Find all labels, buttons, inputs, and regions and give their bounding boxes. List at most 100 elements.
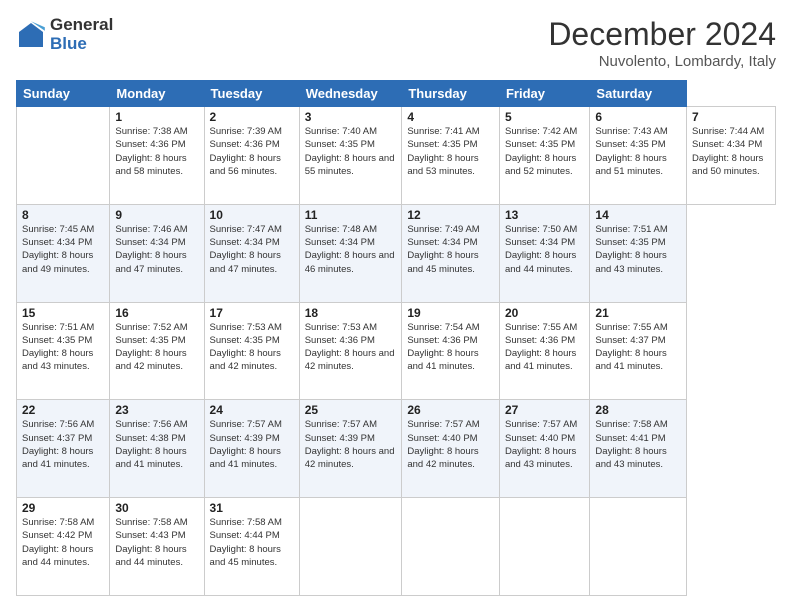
calendar-day-cell: 11 Sunrise: 7:48 AM Sunset: 4:34 PM Dayl…: [299, 204, 402, 302]
day-info: Sunrise: 7:56 AM Sunset: 4:37 PM Dayligh…: [22, 418, 104, 471]
month-title: December 2024: [548, 16, 776, 53]
calendar-table: Sunday Monday Tuesday Wednesday Thursday…: [16, 80, 776, 596]
header-wednesday: Wednesday: [299, 81, 402, 107]
calendar-day-cell: 17 Sunrise: 7:53 AM Sunset: 4:35 PM Dayl…: [204, 302, 299, 400]
calendar-day-cell: 18 Sunrise: 7:53 AM Sunset: 4:36 PM Dayl…: [299, 302, 402, 400]
header-saturday: Saturday: [590, 81, 687, 107]
day-info: Sunrise: 7:40 AM Sunset: 4:35 PM Dayligh…: [305, 125, 397, 178]
day-number: 28: [595, 403, 681, 417]
day-number: 20: [505, 306, 584, 320]
day-info: Sunrise: 7:57 AM Sunset: 4:39 PM Dayligh…: [305, 418, 397, 471]
day-info: Sunrise: 7:44 AM Sunset: 4:34 PM Dayligh…: [692, 125, 770, 178]
calendar-day-cell: 28 Sunrise: 7:58 AM Sunset: 4:41 PM Dayl…: [590, 400, 687, 498]
logo-blue: Blue: [50, 34, 87, 53]
day-number: 11: [305, 208, 397, 222]
calendar-day-cell: 27 Sunrise: 7:57 AM Sunset: 4:40 PM Dayl…: [499, 400, 589, 498]
calendar-day-cell: 14 Sunrise: 7:51 AM Sunset: 4:35 PM Dayl…: [590, 204, 687, 302]
day-number: 26: [407, 403, 494, 417]
calendar-week-row: 15 Sunrise: 7:51 AM Sunset: 4:35 PM Dayl…: [17, 302, 776, 400]
calendar-day-cell: 24 Sunrise: 7:57 AM Sunset: 4:39 PM Dayl…: [204, 400, 299, 498]
day-number: 5: [505, 110, 584, 124]
day-number: 6: [595, 110, 681, 124]
day-info: Sunrise: 7:57 AM Sunset: 4:39 PM Dayligh…: [210, 418, 294, 471]
calendar-day-cell: 15 Sunrise: 7:51 AM Sunset: 4:35 PM Dayl…: [17, 302, 110, 400]
day-number: 1: [115, 110, 198, 124]
page: General Blue December 2024 Nuvolento, Lo…: [0, 0, 792, 612]
day-info: Sunrise: 7:55 AM Sunset: 4:37 PM Dayligh…: [595, 321, 681, 374]
calendar-day-cell: 1 Sunrise: 7:38 AM Sunset: 4:36 PM Dayli…: [110, 107, 204, 205]
day-number: 9: [115, 208, 198, 222]
calendar-day-cell: 31 Sunrise: 7:58 AM Sunset: 4:44 PM Dayl…: [204, 498, 299, 596]
day-info: Sunrise: 7:57 AM Sunset: 4:40 PM Dayligh…: [505, 418, 584, 471]
day-number: 31: [210, 501, 294, 515]
generalblue-logo-icon: [16, 20, 46, 50]
day-number: 19: [407, 306, 494, 320]
calendar-day-cell: 10 Sunrise: 7:47 AM Sunset: 4:34 PM Dayl…: [204, 204, 299, 302]
day-info: Sunrise: 7:55 AM Sunset: 4:36 PM Dayligh…: [505, 321, 584, 374]
day-info: Sunrise: 7:58 AM Sunset: 4:44 PM Dayligh…: [210, 516, 294, 569]
day-number: 27: [505, 403, 584, 417]
day-number: 15: [22, 306, 104, 320]
day-info: Sunrise: 7:58 AM Sunset: 4:43 PM Dayligh…: [115, 516, 198, 569]
calendar-day-cell: 29 Sunrise: 7:58 AM Sunset: 4:42 PM Dayl…: [17, 498, 110, 596]
day-info: Sunrise: 7:39 AM Sunset: 4:36 PM Dayligh…: [210, 125, 294, 178]
header-monday: Monday: [110, 81, 204, 107]
day-number: 23: [115, 403, 198, 417]
day-info: Sunrise: 7:53 AM Sunset: 4:36 PM Dayligh…: [305, 321, 397, 374]
day-number: 29: [22, 501, 104, 515]
header: General Blue December 2024 Nuvolento, Lo…: [16, 16, 776, 70]
day-info: Sunrise: 7:48 AM Sunset: 4:34 PM Dayligh…: [305, 223, 397, 276]
logo-area: General Blue: [16, 16, 113, 53]
day-info: Sunrise: 7:41 AM Sunset: 4:35 PM Dayligh…: [407, 125, 494, 178]
calendar-day-cell: [499, 498, 589, 596]
calendar-day-cell: 30 Sunrise: 7:58 AM Sunset: 4:43 PM Dayl…: [110, 498, 204, 596]
day-number: 4: [407, 110, 494, 124]
calendar-day-cell: 19 Sunrise: 7:54 AM Sunset: 4:36 PM Dayl…: [402, 302, 500, 400]
calendar-day-cell: [17, 107, 110, 205]
calendar-day-cell: 5 Sunrise: 7:42 AM Sunset: 4:35 PM Dayli…: [499, 107, 589, 205]
calendar-day-cell: 2 Sunrise: 7:39 AM Sunset: 4:36 PM Dayli…: [204, 107, 299, 205]
calendar-week-row: 22 Sunrise: 7:56 AM Sunset: 4:37 PM Dayl…: [17, 400, 776, 498]
calendar-day-cell: 6 Sunrise: 7:43 AM Sunset: 4:35 PM Dayli…: [590, 107, 687, 205]
logo-general: General: [50, 15, 113, 34]
day-info: Sunrise: 7:45 AM Sunset: 4:34 PM Dayligh…: [22, 223, 104, 276]
day-info: Sunrise: 7:56 AM Sunset: 4:38 PM Dayligh…: [115, 418, 198, 471]
logo-text: General Blue: [50, 16, 113, 53]
day-info: Sunrise: 7:46 AM Sunset: 4:34 PM Dayligh…: [115, 223, 198, 276]
day-info: Sunrise: 7:54 AM Sunset: 4:36 PM Dayligh…: [407, 321, 494, 374]
day-info: Sunrise: 7:38 AM Sunset: 4:36 PM Dayligh…: [115, 125, 198, 178]
header-sunday: Sunday: [17, 81, 110, 107]
day-number: 2: [210, 110, 294, 124]
calendar-day-cell: 20 Sunrise: 7:55 AM Sunset: 4:36 PM Dayl…: [499, 302, 589, 400]
day-info: Sunrise: 7:52 AM Sunset: 4:35 PM Dayligh…: [115, 321, 198, 374]
calendar-day-cell: 23 Sunrise: 7:56 AM Sunset: 4:38 PM Dayl…: [110, 400, 204, 498]
calendar-day-cell: 7 Sunrise: 7:44 AM Sunset: 4:34 PM Dayli…: [687, 107, 776, 205]
calendar-header-row: Sunday Monday Tuesday Wednesday Thursday…: [17, 81, 776, 107]
day-info: Sunrise: 7:57 AM Sunset: 4:40 PM Dayligh…: [407, 418, 494, 471]
day-number: 22: [22, 403, 104, 417]
calendar-day-cell: 21 Sunrise: 7:55 AM Sunset: 4:37 PM Dayl…: [590, 302, 687, 400]
calendar-week-row: 29 Sunrise: 7:58 AM Sunset: 4:42 PM Dayl…: [17, 498, 776, 596]
day-info: Sunrise: 7:58 AM Sunset: 4:41 PM Dayligh…: [595, 418, 681, 471]
day-number: 13: [505, 208, 584, 222]
header-tuesday: Tuesday: [204, 81, 299, 107]
calendar-day-cell: 8 Sunrise: 7:45 AM Sunset: 4:34 PM Dayli…: [17, 204, 110, 302]
day-info: Sunrise: 7:58 AM Sunset: 4:42 PM Dayligh…: [22, 516, 104, 569]
calendar-day-cell: 25 Sunrise: 7:57 AM Sunset: 4:39 PM Dayl…: [299, 400, 402, 498]
header-thursday: Thursday: [402, 81, 500, 107]
day-info: Sunrise: 7:53 AM Sunset: 4:35 PM Dayligh…: [210, 321, 294, 374]
calendar-day-cell: 4 Sunrise: 7:41 AM Sunset: 4:35 PM Dayli…: [402, 107, 500, 205]
day-number: 12: [407, 208, 494, 222]
header-friday: Friday: [499, 81, 589, 107]
calendar-day-cell: 3 Sunrise: 7:40 AM Sunset: 4:35 PM Dayli…: [299, 107, 402, 205]
calendar-day-cell: 9 Sunrise: 7:46 AM Sunset: 4:34 PM Dayli…: [110, 204, 204, 302]
day-number: 18: [305, 306, 397, 320]
day-info: Sunrise: 7:51 AM Sunset: 4:35 PM Dayligh…: [22, 321, 104, 374]
calendar-day-cell: [590, 498, 687, 596]
day-number: 8: [22, 208, 104, 222]
day-number: 10: [210, 208, 294, 222]
day-info: Sunrise: 7:42 AM Sunset: 4:35 PM Dayligh…: [505, 125, 584, 178]
day-info: Sunrise: 7:50 AM Sunset: 4:34 PM Dayligh…: [505, 223, 584, 276]
day-number: 21: [595, 306, 681, 320]
calendar-day-cell: 22 Sunrise: 7:56 AM Sunset: 4:37 PM Dayl…: [17, 400, 110, 498]
